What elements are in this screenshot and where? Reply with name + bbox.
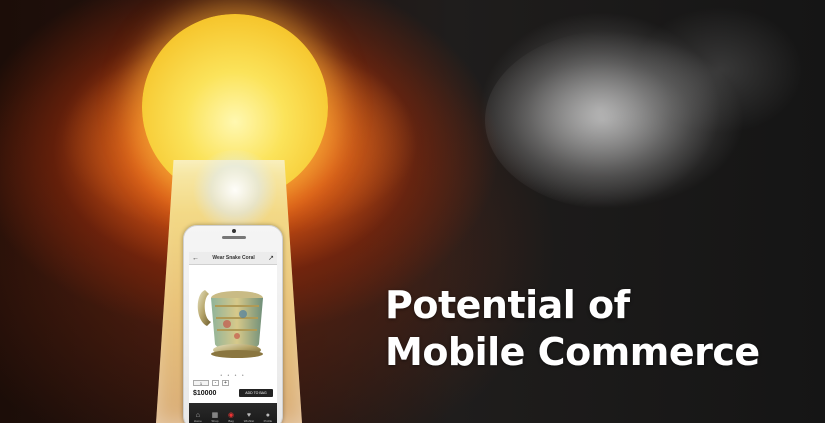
- tab-label: Home: [193, 418, 202, 423]
- tab-label: Wishlist: [243, 418, 255, 423]
- home-icon: ⌂: [195, 411, 200, 419]
- keyhole-glow: [190, 150, 280, 230]
- tab-profile[interactable]: ● Profile: [264, 412, 273, 423]
- tab-shop[interactable]: ▦ Shop: [211, 412, 218, 423]
- phone-speaker: [222, 236, 246, 239]
- smartphone: ← Wear Snake Coral ↗ • • • • 1 - + $1000…: [183, 225, 283, 423]
- tab-home[interactable]: ⌂ Home: [194, 412, 202, 423]
- share-icon[interactable]: ↗: [268, 255, 274, 262]
- headline: Potential of Mobile Commerce: [385, 282, 805, 376]
- grey-smoke: [485, 30, 745, 210]
- quantity-plus-button[interactable]: +: [222, 380, 229, 386]
- headline-line-1: Potential of: [385, 283, 630, 327]
- shop-grid-icon: ▦: [211, 411, 219, 419]
- back-arrow-icon[interactable]: ←: [192, 255, 199, 262]
- profile-icon: ●: [265, 411, 271, 419]
- tab-label: Profile: [263, 418, 273, 423]
- tab-label: Shop: [211, 418, 219, 423]
- tab-bag[interactable]: ◉ Bag: [228, 412, 234, 423]
- quantity-minus-button[interactable]: -: [212, 380, 219, 386]
- quantity-stepper[interactable]: 1 - +: [193, 380, 229, 386]
- bag-icon: ◉: [228, 411, 235, 419]
- quantity-value[interactable]: 1: [193, 380, 209, 386]
- hero-image: ← Wear Snake Coral ↗ • • • • 1 - + $1000…: [0, 0, 825, 423]
- app-title: Wear Snake Coral: [212, 255, 255, 261]
- tab-label: Bag: [228, 418, 234, 423]
- app-tab-bar: ⌂ Home ▦ Shop ◉ Bag ♥ Wishlist ● Profile: [189, 403, 277, 423]
- phone-screen: ← Wear Snake Coral ↗ • • • • 1 - + $1000…: [189, 252, 277, 423]
- product-price: $10000: [193, 390, 217, 397]
- add-to-bag-button[interactable]: ADD TO BAG: [239, 389, 273, 397]
- carousel-dots[interactable]: • • • •: [189, 373, 277, 379]
- product-image: [197, 290, 263, 358]
- headline-line-2: Mobile Commerce: [385, 330, 760, 374]
- tab-wishlist[interactable]: ♥ Wishlist: [244, 412, 254, 423]
- phone-camera: [232, 229, 236, 233]
- app-header: ← Wear Snake Coral ↗: [189, 252, 277, 265]
- heart-icon: ♥: [246, 411, 251, 419]
